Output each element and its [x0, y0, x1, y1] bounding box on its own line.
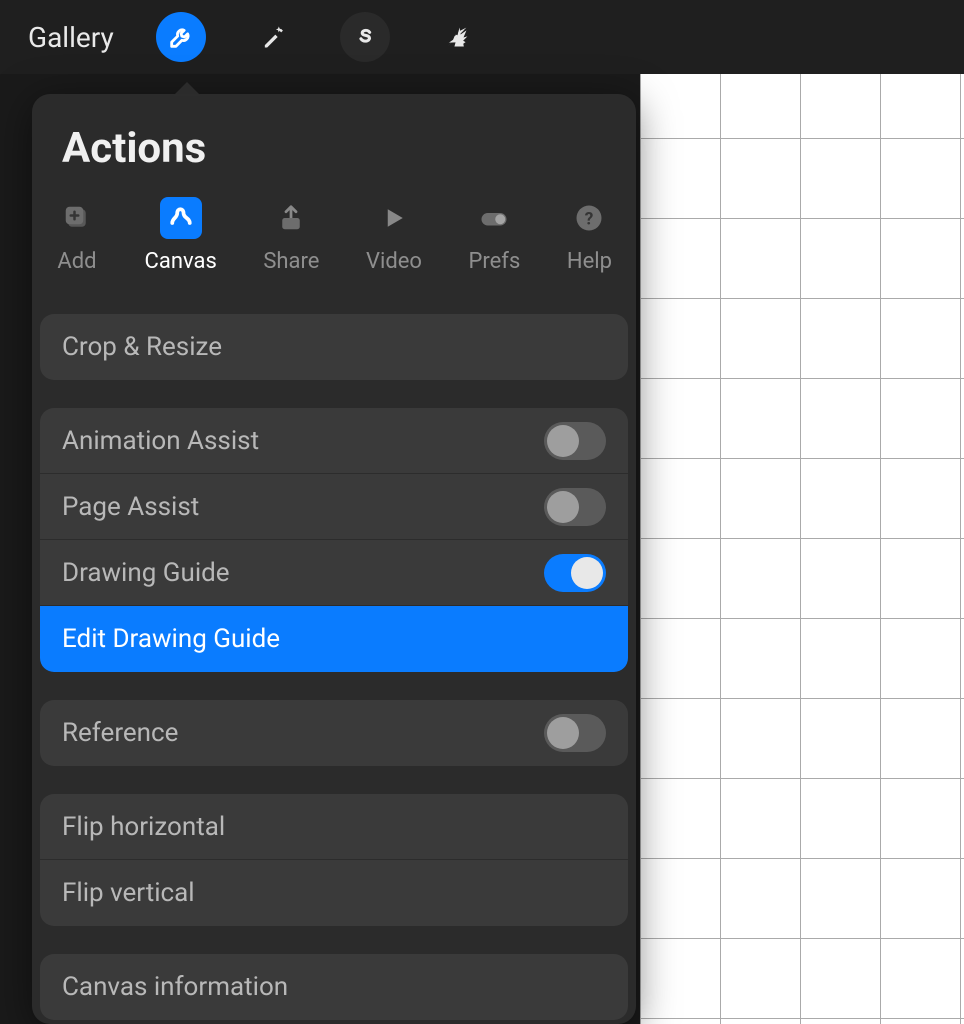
row-reference-label: Reference	[62, 718, 178, 748]
tab-prefs-label: Prefs	[469, 249, 521, 274]
row-reference[interactable]: Reference	[40, 700, 628, 766]
add-icon	[62, 203, 92, 233]
tab-canvas[interactable]: Canvas	[145, 197, 217, 274]
tab-canvas-label: Canvas	[145, 249, 217, 274]
row-crop-resize-label: Crop & Resize	[62, 332, 222, 362]
row-flip-vertical-label: Flip vertical	[62, 878, 195, 908]
row-flip-horizontal[interactable]: Flip horizontal	[40, 794, 628, 860]
arrow-cursor-icon	[443, 23, 471, 51]
wrench-icon	[167, 23, 195, 51]
toggle-reference[interactable]	[544, 714, 606, 752]
transform-icon[interactable]	[432, 12, 482, 62]
play-icon	[379, 203, 409, 233]
topbar: Gallery	[0, 0, 964, 74]
row-flip-vertical[interactable]: Flip vertical	[40, 860, 628, 926]
tab-video[interactable]: Video	[366, 197, 422, 274]
canvas-grid[interactable]	[640, 74, 964, 1024]
wand-icon	[259, 23, 287, 51]
panel-title: Actions	[32, 124, 636, 173]
row-animation-assist-label: Animation Assist	[62, 426, 259, 456]
share-icon	[276, 203, 306, 233]
row-canvas-info-label: Canvas information	[62, 972, 288, 1002]
tab-add[interactable]: Add	[56, 197, 98, 274]
toggle-drawing-guide[interactable]	[544, 554, 606, 592]
tab-share-label: Share	[263, 249, 319, 274]
actions-tab-row: Add Canvas Share	[32, 197, 636, 274]
row-animation-assist[interactable]: Animation Assist	[40, 408, 628, 474]
tab-prefs[interactable]: Prefs	[469, 197, 521, 274]
tab-share[interactable]: Share	[263, 197, 319, 274]
svg-text:?: ?	[585, 209, 594, 229]
toggle-animation-assist[interactable]	[544, 422, 606, 460]
row-edit-drawing-guide-label: Edit Drawing Guide	[62, 624, 280, 654]
toggle-icon	[479, 203, 509, 233]
row-page-assist-label: Page Assist	[62, 492, 199, 522]
help-icon: ?	[574, 203, 604, 233]
adjustments-icon[interactable]	[248, 12, 298, 62]
tab-help-label: Help	[567, 249, 612, 274]
row-canvas-info[interactable]: Canvas information	[40, 954, 628, 1020]
tab-video-label: Video	[366, 249, 422, 274]
s-icon	[351, 23, 379, 51]
row-flip-horizontal-label: Flip horizontal	[62, 812, 225, 842]
selection-icon[interactable]	[340, 12, 390, 62]
row-drawing-guide[interactable]: Drawing Guide	[40, 540, 628, 606]
actions-icon[interactable]	[156, 12, 206, 62]
row-crop-resize[interactable]: Crop & Resize	[40, 314, 628, 380]
actions-panel: Actions Add Canvas	[32, 94, 636, 1024]
tab-add-label: Add	[57, 249, 96, 274]
toggle-page-assist[interactable]	[544, 488, 606, 526]
row-page-assist[interactable]: Page Assist	[40, 474, 628, 540]
row-drawing-guide-label: Drawing Guide	[62, 558, 230, 588]
row-edit-drawing-guide[interactable]: Edit Drawing Guide	[40, 606, 628, 672]
canvas-icon	[166, 203, 196, 233]
gallery-button[interactable]: Gallery	[28, 21, 114, 54]
tab-help[interactable]: ? Help	[567, 197, 612, 274]
